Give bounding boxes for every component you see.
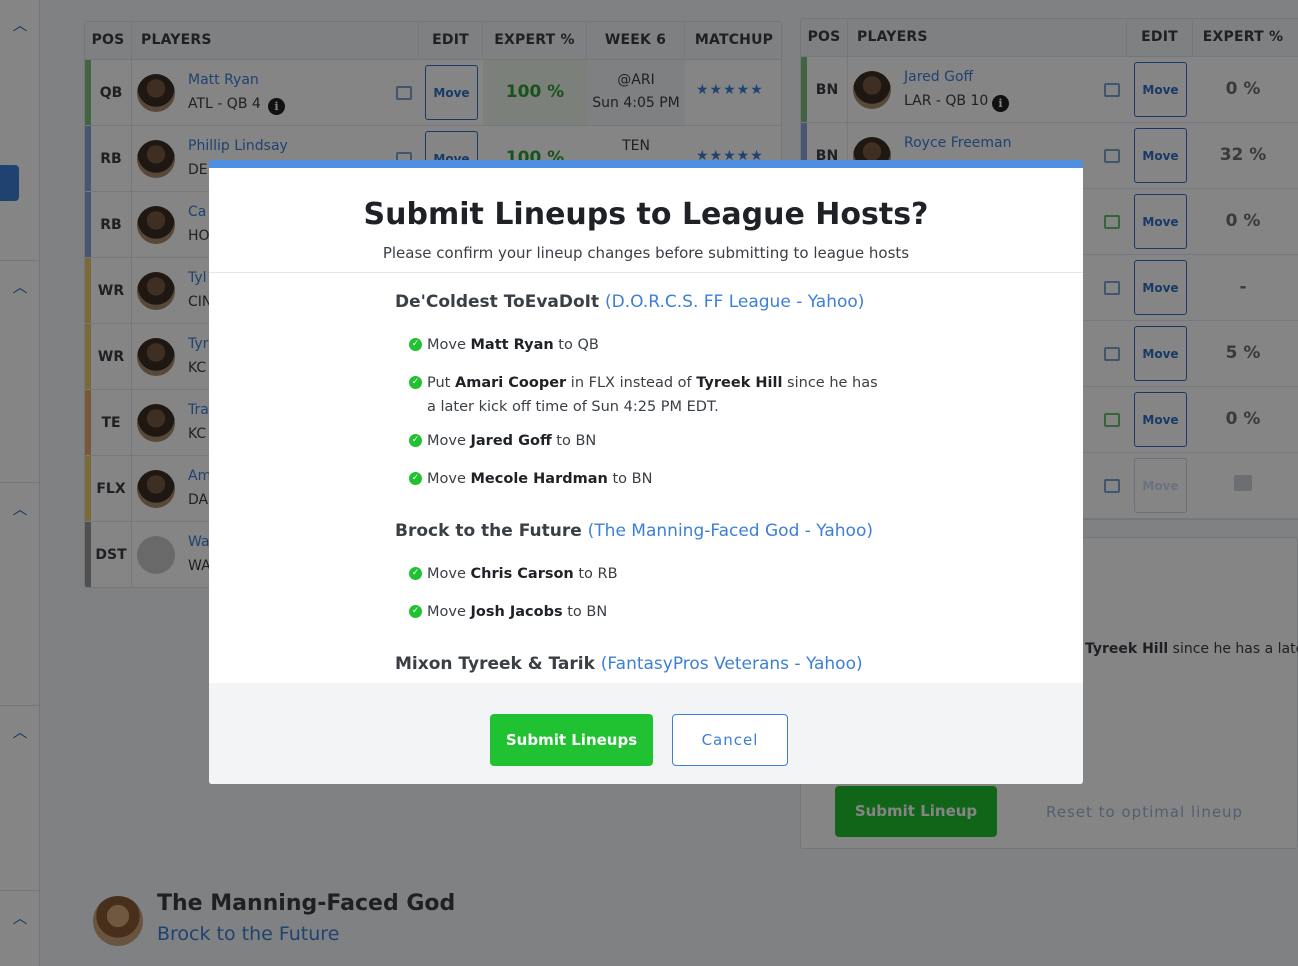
league-link[interactable]: (FantasyPros Veterans - Yahoo)	[601, 654, 863, 674]
cancel-button[interactable]: Cancel	[672, 714, 788, 766]
modal-subtitle: Please confirm your lineup changes befor…	[382, 244, 910, 262]
change-verb: Move	[427, 471, 471, 487]
player-name: Josh Jacobs	[470, 604, 563, 620]
change-item: ✓ Move Josh Jacobs to BN	[409, 600, 879, 624]
change-item: ✓ Move Chris Carson to RB	[409, 562, 879, 586]
team-name: Brock to the Future	[395, 521, 582, 541]
change-verb: Move	[427, 433, 471, 449]
check-icon: ✓	[409, 472, 422, 485]
league-link[interactable]: (The Manning-Faced God - Yahoo)	[588, 521, 873, 541]
change-verb: Move	[427, 604, 471, 620]
change-target: to BN	[607, 471, 653, 487]
check-icon: ✓	[409, 338, 422, 351]
change-target: to RB	[573, 566, 618, 582]
league-link[interactable]: (D.O.R.C.S. FF League - Yahoo)	[605, 292, 864, 312]
player-name: Amari Cooper	[454, 375, 567, 391]
change-item: ✓ Put Amari Cooper in FLX instead of Tyre…	[409, 371, 879, 419]
player-name: Chris Carson	[470, 566, 574, 582]
check-icon: ✓	[409, 567, 422, 580]
modal-changes-list[interactable]: De'Coldest ToEvaDoIt (D.O.R.C.S. FF Leag…	[209, 273, 1083, 683]
player-name: Jared Goff	[470, 433, 552, 449]
change-text: in FLX instead of	[566, 375, 697, 391]
check-icon: ✓	[409, 434, 422, 447]
submit-lineups-button[interactable]: Submit Lineups	[490, 714, 653, 766]
team-name: Mixon Tyreek & Tarik	[395, 654, 595, 674]
check-icon: ✓	[409, 376, 422, 389]
change-verb: Move	[427, 566, 471, 582]
check-icon: ✓	[409, 605, 422, 618]
player-name: Tyreek Hill	[696, 375, 783, 391]
change-verb: Move	[427, 337, 471, 353]
change-target: to BN	[562, 604, 608, 620]
change-target: to BN	[551, 433, 597, 449]
team-name: De'Coldest ToEvaDoIt	[395, 292, 600, 312]
submit-lineups-modal: Submit Lineups to League Hosts? Please c…	[209, 160, 1083, 784]
change-verb: Put	[427, 375, 455, 391]
player-name: Matt Ryan	[470, 337, 554, 353]
league-heading: Brock to the Future (The Manning-Faced G…	[395, 521, 873, 541]
change-item: ✓ Move Jared Goff to BN	[409, 429, 879, 453]
modal-title: Submit Lineups to League Hosts?	[363, 197, 929, 232]
league-heading: Mixon Tyreek & Tarik (FantasyPros Vetera…	[395, 654, 863, 674]
player-name: Mecole Hardman	[470, 471, 608, 487]
change-item: ✓ Move Matt Ryan to QB	[409, 333, 879, 357]
change-item: ✓ Move Mecole Hardman to BN	[409, 467, 879, 491]
modal-footer: Submit Lineups Cancel	[209, 683, 1083, 784]
change-target: to QB	[553, 337, 599, 353]
league-heading: De'Coldest ToEvaDoIt (D.O.R.C.S. FF Leag…	[395, 292, 864, 312]
